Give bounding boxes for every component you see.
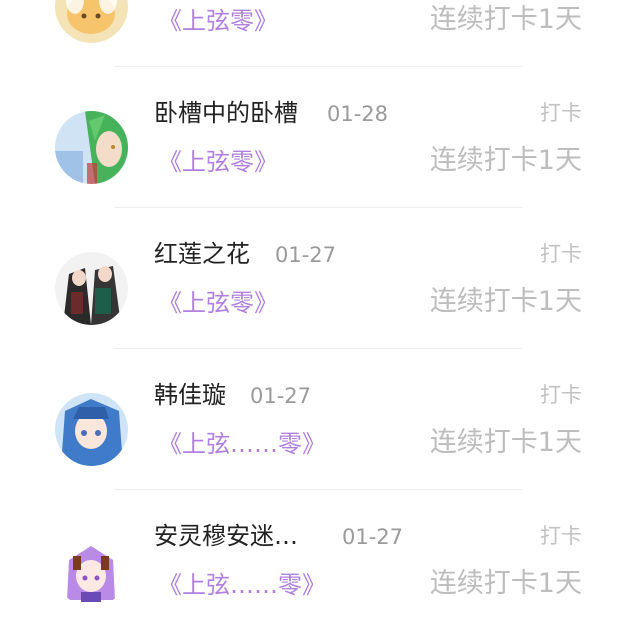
streak-text: 连续打卡1天 [429,145,582,176]
avatar[interactable] [55,0,128,43]
list-item[interactable]: 《上弦零》 连续打卡1天 [0,0,640,67]
anime-avatar-icon [55,393,128,466]
streak-text: 连续打卡1天 [429,4,582,35]
anime-avatar-icon [55,252,128,325]
anime-avatar-icon [55,534,128,607]
book-title-link[interactable]: 《上弦零》 [158,1,278,41]
checkin-label: 打卡 [540,242,582,266]
date: 01-27 [275,243,337,267]
checkin-label: 打卡 [540,383,582,407]
checkin-label: 打卡 [540,101,582,125]
book-title-link[interactable]: 《上弦……零》 [158,424,326,464]
cartoon-avatar-icon [55,0,128,43]
streak-text: 连续打卡1天 [429,286,582,317]
book-title-link[interactable]: 《上弦零》 [158,283,278,323]
date: 01-27 [342,525,404,549]
avatar[interactable] [55,534,128,607]
anime-avatar-icon [55,111,128,184]
list-item[interactable]: 安灵穆安迷… 01-27 打卡 《上弦……零》 连续打卡1天 [0,490,640,631]
streak-text: 连续打卡1天 [429,568,582,599]
list-item[interactable]: 卧槽中的卧槽 01-28 打卡 《上弦零》 连续打卡1天 [0,67,640,208]
list-item[interactable]: 红莲之花 01-27 打卡 《上弦零》 连续打卡1天 [0,208,640,349]
book-title-link[interactable]: 《上弦……零》 [158,565,326,605]
checkin-list: 《上弦零》 连续打卡1天 卧槽中的卧槽 01-28 打卡 《上弦零》 连续打卡1… [0,0,640,632]
list-item[interactable]: 韩佳璇 01-27 打卡 《上弦……零》 连续打卡1天 [0,349,640,490]
username[interactable]: 卧槽中的卧槽 [154,95,298,131]
username[interactable]: 安灵穆安迷… [154,518,298,554]
avatar[interactable] [55,111,128,184]
date: 01-27 [250,384,312,408]
checkin-label: 打卡 [540,524,582,548]
date: 01-28 [327,102,389,126]
book-title-link[interactable]: 《上弦零》 [158,142,278,182]
username[interactable]: 韩佳璇 [154,377,226,413]
avatar[interactable] [55,252,128,325]
streak-text: 连续打卡1天 [429,427,582,458]
username[interactable]: 红莲之花 [154,236,250,272]
avatar[interactable] [55,393,128,466]
